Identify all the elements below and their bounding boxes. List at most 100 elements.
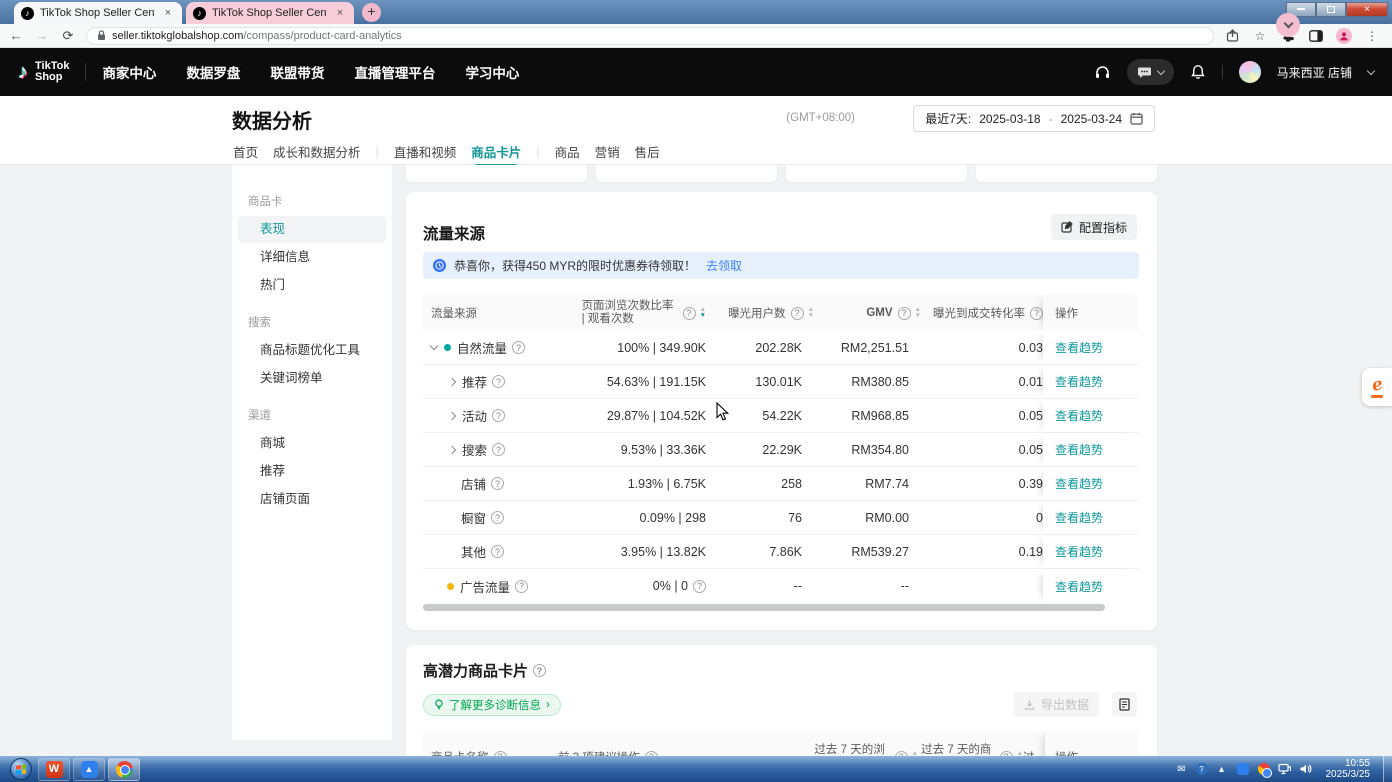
window-maximize-button[interactable] (1316, 2, 1346, 17)
view-trend-link[interactable]: 查看趋势 (1055, 339, 1103, 356)
help-icon[interactable]: ? (898, 307, 911, 320)
view-trend-link[interactable]: 查看趋势 (1055, 578, 1103, 595)
sidebar-item-title-optimizer[interactable]: 商品标题优化工具 (238, 337, 386, 364)
tab-aftersales[interactable]: 售后 (635, 142, 660, 167)
help-icon[interactable]: ? (491, 545, 504, 558)
tab-search-button[interactable] (1276, 13, 1300, 37)
tray-volume-icon[interactable] (1299, 762, 1313, 776)
date-range-picker[interactable]: 最近7天: 2025-03-18 - 2025-03-24 (913, 105, 1155, 132)
shop-avatar[interactable] (1239, 61, 1261, 83)
sidebar-item-keyword-ranking[interactable]: 关键词榜单 (238, 365, 386, 392)
sort-icon[interactable]: ▲▼ (808, 307, 814, 319)
view-trend-link[interactable]: 查看趋势 (1055, 407, 1103, 424)
help-icon[interactable]: ? (515, 580, 528, 593)
browser-tab-1[interactable]: ♪ TikTok Shop Seller Center | Cr × (14, 2, 182, 24)
nav-item-affiliate[interactable]: 联盟带货 (270, 62, 324, 82)
expand-icon[interactable] (448, 377, 456, 385)
browser-profile-avatar[interactable] (1336, 28, 1352, 44)
help-icon[interactable]: ? (492, 409, 505, 422)
help-icon[interactable]: ? (533, 664, 546, 677)
tray-chrome-icon[interactable] (1257, 762, 1271, 776)
view-trend-link[interactable]: 查看趋势 (1055, 441, 1103, 458)
tab-close-icon[interactable]: × (333, 7, 347, 19)
help-icon[interactable]: ? (683, 307, 696, 320)
sidebar-item-shop-page[interactable]: 店铺页面 (238, 486, 386, 513)
expand-icon[interactable] (448, 445, 456, 453)
info-clock-icon (433, 259, 446, 272)
view-trend-link[interactable]: 查看趋势 (1055, 475, 1103, 492)
share-icon[interactable] (1224, 28, 1240, 44)
language-selector[interactable] (1127, 59, 1174, 85)
window-close-button[interactable]: × (1346, 2, 1388, 17)
sidebar-item-recommend[interactable]: 推荐 (238, 458, 386, 485)
tiktok-favicon: ♪ (193, 7, 206, 20)
help-icon[interactable]: ? (492, 443, 505, 456)
claim-coupon-link[interactable]: 去领取 (706, 257, 742, 274)
tray-network-icon[interactable] (1278, 762, 1292, 776)
reload-button[interactable]: ⟳ (60, 28, 76, 44)
sidebar-item-trending[interactable]: 热门 (238, 272, 386, 299)
shop-name[interactable]: 马来西亚 店铺 (1277, 64, 1352, 81)
nav-item-learning-center[interactable]: 学习中心 (465, 62, 519, 82)
tray-show-hidden-icons[interactable]: ▴ (1215, 762, 1229, 776)
view-trend-link[interactable]: 查看趋势 (1055, 543, 1103, 560)
headset-support-icon[interactable] (1094, 64, 1111, 81)
date-range-label: 最近7天: (925, 110, 971, 127)
help-icon[interactable]: ? (492, 375, 505, 388)
side-panel-icon[interactable] (1308, 28, 1324, 44)
tab-live-video[interactable]: 直播和视频 (394, 142, 457, 167)
tray-app-blue-icon[interactable] (1236, 762, 1250, 776)
nav-item-data-compass[interactable]: 数据罗盘 (186, 62, 240, 82)
taskbar-wps-button[interactable]: W (38, 758, 70, 781)
start-button[interactable] (10, 758, 32, 780)
diagnosis-info-link[interactable]: 了解更多诊断信息 › (423, 694, 561, 716)
sidebar-item-details[interactable]: 详细信息 (238, 244, 386, 271)
traffic-source-title: 流量来源 (423, 222, 485, 244)
help-icon[interactable]: ? (791, 307, 804, 320)
view-trend-link[interactable]: 查看趋势 (1055, 373, 1103, 390)
help-icon[interactable]: ? (491, 511, 504, 524)
tab-product-card[interactable]: 商品卡片 (471, 142, 521, 167)
notification-bell-icon[interactable] (1190, 64, 1206, 80)
tab-growth-analytics[interactable]: 成长和数据分析 (273, 142, 361, 167)
tray-help-icon[interactable]: ? (1196, 763, 1208, 775)
browser-tab-strip: ♪ TikTok Shop Seller Center | Cr × ♪ Tik… (0, 0, 1392, 24)
horizontal-scrollbar[interactable] (423, 604, 1105, 611)
sidebar-item-performance[interactable]: 表现 (238, 216, 386, 243)
export-data-button[interactable]: 导出数据 (1014, 692, 1099, 717)
taskbar-chrome-button[interactable] (108, 758, 140, 781)
nav-item-seller-center[interactable]: 商家中心 (102, 62, 156, 82)
tiktok-shop-logo[interactable]: ♪ TikTokShop (18, 61, 69, 84)
taskbar-app-button[interactable]: ▲ (73, 758, 105, 781)
view-trend-link[interactable]: 查看趋势 (1055, 509, 1103, 526)
show-desktop-button[interactable] (1383, 756, 1392, 782)
floating-plugin-widget[interactable]: e (1362, 368, 1392, 406)
tab-home[interactable]: 首页 (233, 142, 258, 167)
report-doc-button[interactable] (1112, 692, 1137, 717)
new-tab-button[interactable]: + (362, 3, 381, 22)
tab-product[interactable]: 商品 (555, 142, 580, 167)
taskbar-clock[interactable]: 10:552025/3/25 (1326, 758, 1371, 780)
expand-icon[interactable] (448, 411, 456, 419)
help-icon[interactable]: ? (693, 580, 706, 593)
help-icon[interactable]: ? (512, 341, 525, 354)
configure-metrics-button[interactable]: 配置指标 (1051, 214, 1137, 240)
browser-tab-2[interactable]: ♪ TikTok Shop Seller Center | Cr × (186, 2, 354, 24)
browser-menu-icon[interactable]: ⋮ (1364, 28, 1380, 44)
sort-icon[interactable]: ▲▼ (915, 307, 921, 319)
sidebar-item-mall[interactable]: 商城 (238, 430, 386, 457)
help-icon[interactable]: ? (491, 477, 504, 490)
back-button[interactable]: ← (8, 28, 24, 43)
tab-marketing[interactable]: 营销 (595, 142, 620, 167)
bookmark-star-icon[interactable]: ☆ (1252, 28, 1268, 44)
address-bar[interactable]: seller.tiktokglobalshop.com/compass/prod… (86, 27, 1214, 45)
help-icon[interactable]: ? (1030, 307, 1043, 320)
tab-close-icon[interactable]: × (161, 7, 175, 19)
forward-button[interactable]: → (34, 28, 50, 43)
sort-icon[interactable]: ▲▼ (700, 307, 706, 319)
lock-icon (97, 30, 106, 41)
page-title: 数据分析 (232, 105, 312, 134)
collapse-icon[interactable] (430, 342, 438, 350)
nav-item-live-platform[interactable]: 直播管理平台 (354, 62, 435, 82)
tray-envelope-icon[interactable]: ✉ (1175, 762, 1189, 776)
